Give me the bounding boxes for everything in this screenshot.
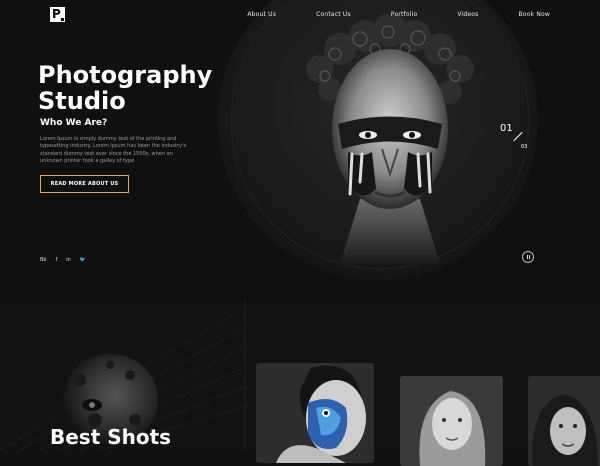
- behance-icon[interactable]: Bē: [40, 257, 47, 263]
- slide-current: 01: [500, 123, 513, 134]
- hero-title: Photography Studio: [38, 62, 238, 114]
- hero-portrait-image: [306, 14, 474, 264]
- hero-title-line2: Studio: [38, 87, 126, 115]
- nav-item-portfolio[interactable]: Portfolio: [391, 11, 417, 18]
- hero-description: Lorem Ipsum is simply dummy text of the …: [40, 136, 186, 165]
- brand-logo[interactable]: P: [50, 7, 65, 22]
- gallery-card[interactable]: [528, 376, 600, 466]
- gallery-card[interactable]: [400, 376, 503, 466]
- best-shots-heading: Best Shots: [50, 425, 172, 449]
- main-nav: About Us Contact Us Portfolio Videos Boo…: [207, 11, 550, 18]
- hero-subtitle: Who We Are?: [40, 118, 108, 128]
- facebook-icon[interactable]: f: [56, 257, 58, 263]
- hero-title-line1: Photography: [38, 61, 213, 89]
- read-more-button[interactable]: READ MORE ABOUT US: [40, 175, 129, 193]
- nav-item-contact-us[interactable]: Contact Us: [316, 11, 351, 18]
- slide-total: 03: [521, 144, 528, 150]
- slide-divider: [513, 131, 523, 142]
- gallery-photo-painted-face: [256, 363, 374, 463]
- social-links: Bē f in 🐦: [40, 257, 86, 263]
- logo-letter: P: [52, 7, 61, 21]
- gallery-card[interactable]: [256, 363, 374, 463]
- gallery-photo-portrait: [528, 376, 600, 466]
- linkedin-icon[interactable]: in: [66, 257, 71, 263]
- twitter-icon[interactable]: 🐦: [80, 257, 86, 263]
- nav-item-about-us[interactable]: About Us: [247, 11, 276, 18]
- nav-item-videos[interactable]: Videos: [457, 11, 478, 18]
- hero-section: P About Us Contact Us Portfolio Videos B…: [0, 0, 600, 305]
- logo-dot: [61, 18, 64, 21]
- slide-counter: 01 03: [500, 123, 535, 153]
- pause-icon[interactable]: [522, 251, 534, 263]
- nav-item-book-now[interactable]: Book Now: [518, 11, 550, 18]
- gallery-photo-woman: [400, 376, 503, 466]
